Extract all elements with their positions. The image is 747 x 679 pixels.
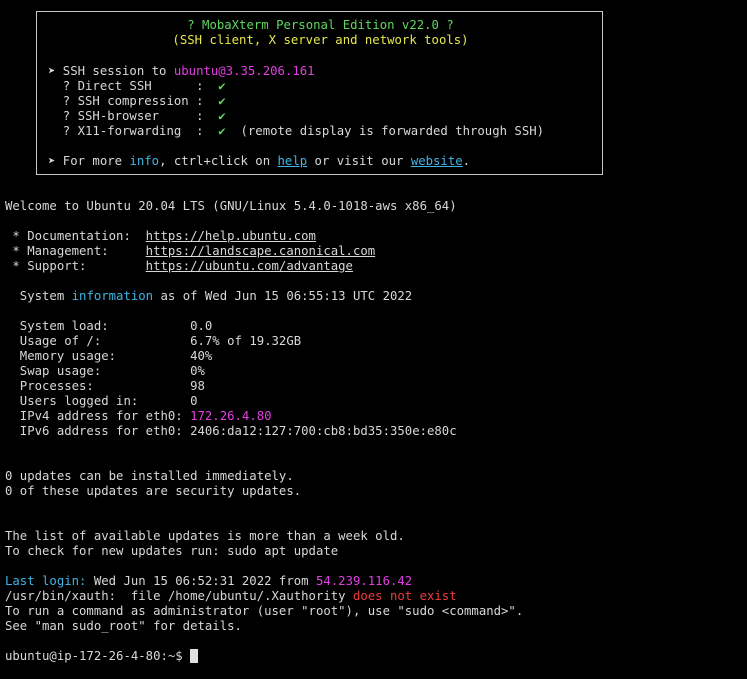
stat-value: 98 (190, 379, 205, 393)
stat-label: Processes: (5, 379, 191, 393)
stat-label: IPv6 address for eth0: (5, 424, 191, 438)
link-label: * Management: (5, 244, 146, 258)
more-prefix: ➤ For more (48, 154, 130, 168)
stat-value: 2406:da12:127:700:cb8:bd35:350e:e80c (190, 424, 457, 438)
stat-label: IPv4 address for eth0: (5, 409, 191, 423)
banner-title: ? MobaXterm Personal Edition v22.0 ? (187, 18, 454, 32)
stat-processes: Processes: 98 (5, 379, 205, 394)
stat-label: Users logged in: (5, 394, 191, 408)
documentation-link[interactable]: https://help.ubuntu.com (146, 229, 316, 243)
stat-label: System load: (5, 319, 191, 333)
stat-memory-usage: Memory usage: 40% (5, 349, 213, 364)
last-login-date: Wed Jun 15 06:52:31 2022 from (86, 574, 316, 588)
check-icon: ✔ (218, 94, 226, 108)
feature-x11-forwarding: ? X11-forwarding : ✔ (remote display is … (48, 124, 544, 139)
stat-swap-usage: Swap usage: 0% (5, 364, 205, 379)
stat-value: 172.26.4.80 (190, 409, 272, 423)
shell-prompt: ubuntu@ip-172-26-4-80:~$ (5, 649, 191, 663)
sudo-man-line: See "man sudo_root" for details. (5, 619, 242, 633)
sysinfo-line: System information as of Wed Jun 15 06:5… (5, 289, 412, 304)
feature-label: ? X11-forwarding : (48, 124, 219, 138)
shell-prompt-line[interactable]: ubuntu@ip-172-26-4-80:~$ (5, 649, 199, 664)
welcome-line: Welcome to Ubuntu 20.04 LTS (GNU/Linux 5… (5, 199, 457, 213)
info-link[interactable]: info (129, 154, 159, 168)
text-cursor[interactable] (190, 649, 199, 663)
more-mid: , ctrl+click on (159, 154, 278, 168)
stat-system-load: System load: 0.0 (5, 319, 213, 334)
more-mid2: or visit our (307, 154, 411, 168)
stat-value: 40% (190, 349, 213, 363)
ssh-session-line: ➤ SSH session to ubuntu@3.35.206.161 (48, 64, 315, 79)
feature-label: ? SSH-browser : (48, 109, 219, 123)
xauth-prefix: /usr/bin/xauth: file /home/ubuntu/.Xauth… (5, 589, 353, 603)
xauth-line: /usr/bin/xauth: file /home/ubuntu/.Xauth… (5, 589, 457, 604)
last-login-line: Last login: Wed Jun 15 06:52:31 2022 fro… (5, 574, 412, 589)
stat-label: Memory usage: (5, 349, 191, 363)
ssh-session-prefix: ➤ SSH session to (48, 64, 174, 78)
feature-ssh-compression: ? SSH compression : ✔ (48, 94, 226, 109)
feature-direct-ssh: ? Direct SSH : ✔ (48, 79, 226, 94)
stat-disk-usage: Usage of /: 6.7% of 19.32GB (5, 334, 301, 349)
mobaxterm-banner: ? MobaXterm Personal Edition v22.0 ? (SS… (36, 11, 603, 175)
link-label: * Support: (5, 259, 146, 273)
more-info-line: ➤ For more info, ctrl+click on help or v… (48, 154, 470, 169)
link-label: * Documentation: (5, 229, 146, 243)
stat-value: 6.7% of 19.32GB (190, 334, 302, 348)
check-icon: ✔ (218, 124, 226, 138)
security-updates-line: 0 of these updates are security updates. (5, 484, 302, 498)
check-icon: ✔ (218, 79, 226, 93)
feature-ssh-browser: ? SSH-browser : ✔ (48, 109, 226, 124)
sysinfo-word: information (71, 289, 154, 303)
sysinfo-prefix: System (5, 289, 72, 303)
feature-label: ? SSH compression : (48, 94, 219, 108)
stat-value: 0 (190, 394, 198, 408)
last-login-label: Last login: (5, 574, 87, 588)
xauth-error: does not exist (352, 589, 457, 603)
more-end: . (462, 154, 471, 168)
stat-ipv4: IPv4 address for eth0: 172.26.4.80 (5, 409, 272, 424)
sysinfo-suffix: as of Wed Jun 15 06:55:13 UTC 2022 (153, 289, 413, 303)
support-link[interactable]: https://ubuntu.com/advantage (146, 259, 353, 273)
support-link-line: * Support: https://ubuntu.com/advantage (5, 259, 353, 274)
sudo-hint-line: To run a command as administrator (user … (5, 604, 524, 618)
check-icon: ✔ (218, 109, 226, 123)
stat-ipv6: IPv6 address for eth0: 2406:da12:127:700… (5, 424, 457, 439)
website-link[interactable]: website (411, 154, 463, 168)
last-login-ip: 54.239.116.42 (315, 574, 413, 588)
stat-label: Usage of /: (5, 334, 191, 348)
banner-subtitle: (SSH client, X server and network tools) (172, 33, 469, 47)
management-link-line: * Management: https://landscape.canonica… (5, 244, 375, 259)
feature-label: ? Direct SSH : (48, 79, 219, 93)
stat-label: Swap usage: (5, 364, 191, 378)
list-notice-line: The list of available updates is more th… (5, 529, 405, 543)
updates-line: 0 updates can be installed immediately. (5, 469, 294, 483)
help-link[interactable]: help (278, 154, 308, 168)
stat-value: 0% (190, 364, 205, 378)
doc-link-line: * Documentation: https://help.ubuntu.com (5, 229, 316, 244)
stat-value: 0.0 (190, 319, 213, 333)
apt-update-line: To check for new updates run: sudo apt u… (5, 544, 339, 558)
management-link[interactable]: https://landscape.canonical.com (146, 244, 376, 258)
feature-note: (remote display is forwarded through SSH… (225, 124, 545, 138)
ssh-target: ubuntu@3.35.206.161 (173, 64, 315, 78)
stat-users-logged-in: Users logged in: 0 (5, 394, 198, 409)
